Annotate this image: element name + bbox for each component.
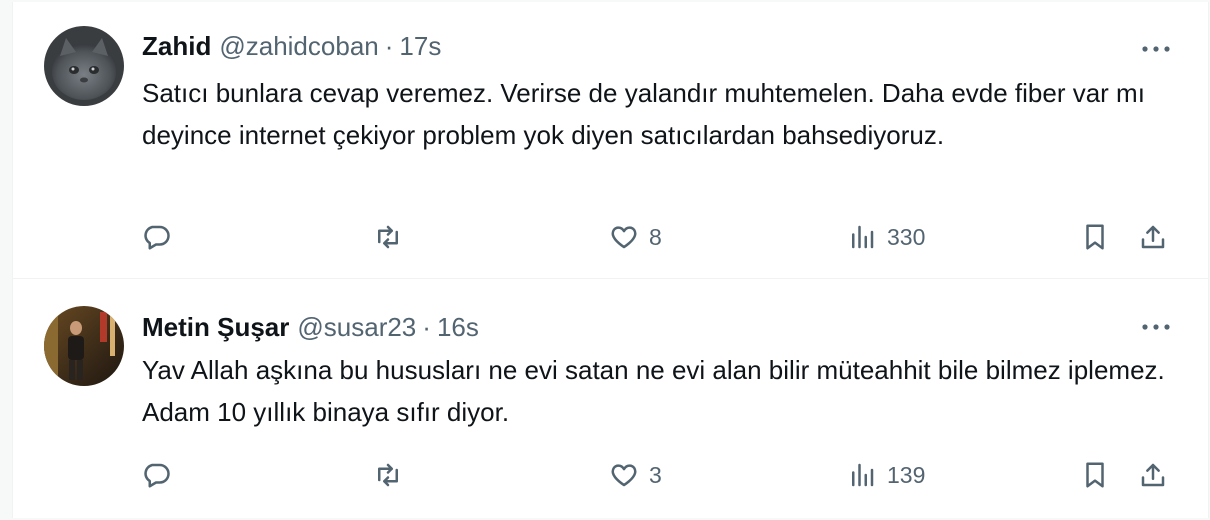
reply-button[interactable] [141,455,171,495]
separator-dot: · [422,311,431,342]
tweet-actions: 3 139 [141,455,1181,495]
more-icon [1142,46,1170,52]
retweet-button[interactable] [373,455,403,495]
views-icon [852,463,874,487]
like-button[interactable]: 8 [609,217,662,257]
views-button[interactable]: 330 [847,217,925,257]
author-name[interactable]: Metin Şuşar [142,312,289,343]
like-icon [611,464,637,487]
views-count: 330 [887,223,926,250]
tweet-actions: 8 330 [141,217,1181,257]
like-button[interactable]: 3 [609,455,662,495]
bookmark-icon [1086,462,1104,488]
reply-icon [144,463,170,488]
more-icon [1142,324,1170,330]
reply-button[interactable] [141,217,171,257]
author-handle[interactable]: @susar23 [297,312,416,343]
tweet-header: Zahid @zahidcoban · 17s [142,28,441,64]
views-button[interactable]: 139 [847,455,925,495]
more-options-button[interactable] [1138,31,1174,67]
retweet-button[interactable] [373,217,403,257]
more-options-button[interactable] [1138,309,1174,345]
views-count: 139 [887,461,926,488]
tweet-header: Metin Şuşar @susar23 · 16s [142,309,479,345]
retweet-icon [378,463,398,487]
share-button[interactable] [1138,217,1168,257]
bookmark-button[interactable] [1080,455,1110,495]
timeline-feed: Zahid @zahidcoban · 17s Satıcı bunlara c… [12,2,1209,518]
tweet[interactable]: Metin Şuşar @susar23 · 16s Yav Allah aşk… [13,279,1208,518]
retweet-icon [378,225,398,249]
views-icon [852,225,874,249]
avatar[interactable] [44,306,124,386]
timestamp[interactable]: 16s [437,312,479,343]
share-icon [1141,463,1165,487]
author-name[interactable]: Zahid [142,31,211,62]
like-count: 8 [649,223,662,250]
tweet[interactable]: Zahid @zahidcoban · 17s Satıcı bunlara c… [13,2,1208,279]
share-icon [1141,225,1165,249]
timestamp[interactable]: 17s [399,31,441,62]
like-icon [611,226,637,249]
separator-dot: · [384,30,394,61]
author-handle[interactable]: @zahidcoban [219,31,378,62]
bookmark-button[interactable] [1080,217,1110,257]
tweet-text: Yav Allah aşkına bu hususları ne evi sat… [142,355,1165,427]
tweet-text: Satıcı bunlara cevap veremez. Verirse de… [142,78,1145,150]
bookmark-icon [1086,224,1104,250]
avatar[interactable] [44,26,124,106]
reply-icon [144,225,170,250]
like-count: 3 [649,461,662,488]
share-button[interactable] [1138,455,1168,495]
